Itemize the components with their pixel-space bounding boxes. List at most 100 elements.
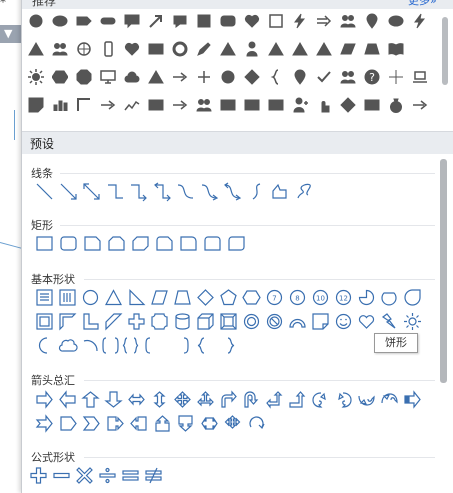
shapes-scrollbar[interactable] bbox=[440, 159, 447, 383]
monitor-icon[interactable] bbox=[100, 69, 116, 85]
octagon-shape-icon[interactable]: 8 bbox=[289, 289, 306, 306]
snip-diagonal-corner-rectangle-shape-icon[interactable] bbox=[132, 235, 149, 252]
diamond-icon[interactable] bbox=[244, 69, 260, 85]
elbow-double-arrow-connector-shape-icon[interactable] bbox=[153, 182, 171, 202]
elbow-connector-shape-icon[interactable] bbox=[107, 183, 124, 200]
chord-shape-icon[interactable] bbox=[381, 289, 398, 306]
arrow-right-icon[interactable] bbox=[172, 69, 188, 85]
diagonal-stripe-shape-icon[interactable] bbox=[105, 313, 123, 331]
triangle-icon[interactable] bbox=[292, 41, 308, 57]
can-shape-icon[interactable] bbox=[174, 313, 191, 330]
pen-icon[interactable] bbox=[196, 41, 212, 57]
lightning-icon[interactable] bbox=[292, 13, 308, 29]
speech-bubble-icon[interactable] bbox=[172, 13, 188, 29]
plus-icon[interactable] bbox=[196, 69, 212, 85]
curve-shape-icon[interactable] bbox=[248, 183, 265, 200]
right-brace-shape-icon[interactable] bbox=[221, 337, 238, 354]
square-outline-icon[interactable] bbox=[268, 13, 284, 29]
round-same-side-corner-rectangle-shape-icon[interactable] bbox=[204, 235, 221, 252]
double-brace-shape-icon[interactable] bbox=[122, 337, 139, 354]
octagon-icon[interactable] bbox=[76, 69, 92, 85]
person-add-icon[interactable] bbox=[292, 97, 308, 113]
triangle-icon[interactable] bbox=[268, 41, 284, 57]
round-single-corner-rectangle-shape-icon[interactable] bbox=[180, 235, 197, 252]
trapezoid-icon[interactable] bbox=[364, 41, 380, 57]
down-arrow-callout-shape-icon[interactable] bbox=[177, 415, 194, 432]
pentagon-icon[interactable] bbox=[76, 13, 92, 29]
right-bracket-shape-icon[interactable] bbox=[174, 337, 191, 354]
down-arrow-shape-icon[interactable] bbox=[104, 391, 123, 408]
cross-shape-icon[interactable] bbox=[128, 313, 145, 330]
round-diagonal-corner-rectangle-shape-icon[interactable] bbox=[228, 235, 245, 252]
sun-shape-icon[interactable] bbox=[404, 313, 421, 330]
double-arrow-line-shape-icon[interactable] bbox=[83, 183, 100, 200]
dodecagon-shape-icon[interactable]: 12 bbox=[335, 289, 352, 306]
curved-double-arrow-connector-shape-icon[interactable] bbox=[224, 182, 242, 201]
left-brace-shape-icon[interactable] bbox=[194, 337, 211, 354]
circle-icon[interactable] bbox=[220, 69, 236, 85]
parallelogram-icon[interactable] bbox=[340, 41, 356, 57]
vertical-text-box-shape-icon[interactable] bbox=[59, 289, 76, 306]
rectangle-icon[interactable] bbox=[364, 97, 380, 113]
triangle-icon[interactable] bbox=[316, 41, 332, 57]
rounded-rectangle-shape-icon[interactable] bbox=[60, 235, 77, 252]
triangle-icon[interactable] bbox=[148, 69, 164, 85]
people-icon[interactable] bbox=[340, 69, 356, 85]
rectangle-shape-icon[interactable] bbox=[36, 235, 53, 252]
money-bag-icon[interactable] bbox=[388, 97, 404, 113]
scribble-shape-icon[interactable] bbox=[295, 183, 312, 200]
left-up-arrow-shape-icon[interactable] bbox=[266, 391, 283, 409]
bent-up-arrow-shape-icon[interactable] bbox=[289, 391, 306, 408]
triangle-icon[interactable] bbox=[220, 41, 236, 57]
square-icon[interactable] bbox=[196, 13, 212, 29]
heart-shape-icon[interactable] bbox=[358, 313, 375, 330]
up-arrow-callout-shape-icon[interactable] bbox=[154, 415, 171, 432]
left-arrow-callout-shape-icon[interactable] bbox=[130, 415, 147, 432]
line-chart-icon[interactable] bbox=[124, 97, 140, 113]
triangle-icon[interactable] bbox=[28, 41, 44, 57]
l-shape-icon[interactable] bbox=[82, 313, 99, 330]
arc-shape-icon[interactable] bbox=[82, 337, 99, 354]
rectangle-icon[interactable] bbox=[220, 97, 236, 113]
globe-icon[interactable] bbox=[76, 41, 92, 57]
bent-arrow-shape-icon[interactable] bbox=[220, 390, 237, 408]
lightning-bolt-shape-icon[interactable] bbox=[381, 313, 398, 330]
sun-icon[interactable] bbox=[28, 69, 44, 85]
freeform-shape-icon[interactable] bbox=[271, 183, 288, 200]
ellipse-icon[interactable] bbox=[52, 13, 68, 29]
isosceles-triangle-shape-icon[interactable] bbox=[104, 289, 123, 306]
left-right-up-arrow-shape-icon[interactable] bbox=[197, 391, 214, 408]
folded-corner-icon[interactable] bbox=[28, 97, 44, 113]
laptop-icon[interactable] bbox=[412, 69, 428, 85]
pie-shape-icon[interactable] bbox=[358, 289, 375, 306]
curved-connector-shape-icon[interactable] bbox=[177, 183, 194, 200]
curved-arrow-connector-shape-icon[interactable] bbox=[201, 183, 218, 201]
frame-shape-icon[interactable] bbox=[36, 313, 53, 330]
callout-icon[interactable] bbox=[124, 13, 140, 29]
notched-right-arrow-shape-icon[interactable] bbox=[35, 414, 53, 433]
cross-icon[interactable] bbox=[388, 69, 404, 85]
pentagon-arrow-shape-icon[interactable] bbox=[59, 415, 77, 432]
book-icon[interactable] bbox=[388, 41, 404, 57]
hexagon-icon[interactable] bbox=[51, 69, 69, 85]
quad-arrow-callout-shape-icon[interactable] bbox=[224, 415, 241, 432]
more-shapes-link[interactable]: 更多» bbox=[408, 0, 437, 8]
rounded-square-icon[interactable] bbox=[220, 13, 236, 29]
diamond-icon[interactable] bbox=[340, 97, 356, 113]
arrow-right-icon[interactable] bbox=[412, 97, 428, 113]
bevel-shape-icon[interactable] bbox=[220, 313, 237, 330]
not-equal-shape-icon[interactable] bbox=[145, 467, 162, 484]
half-frame-shape-icon[interactable] bbox=[59, 313, 77, 331]
double-arrow-icon[interactable] bbox=[316, 13, 332, 29]
text-box-shape-icon[interactable] bbox=[36, 289, 53, 306]
circular-arrow-shape-icon[interactable] bbox=[248, 415, 265, 432]
right-triangle-shape-icon[interactable] bbox=[128, 289, 146, 306]
pentagon-shape-icon[interactable] bbox=[220, 289, 237, 306]
arrow-line-shape-icon[interactable] bbox=[60, 183, 77, 200]
rounded-bar-icon[interactable] bbox=[100, 13, 116, 29]
quad-arrow-shape-icon[interactable] bbox=[174, 391, 191, 408]
hand-pointer-icon[interactable] bbox=[316, 97, 332, 113]
rectangle-icon[interactable] bbox=[148, 41, 164, 57]
phone-icon[interactable] bbox=[100, 41, 116, 57]
recommended-scrollbar[interactable] bbox=[442, 17, 448, 85]
